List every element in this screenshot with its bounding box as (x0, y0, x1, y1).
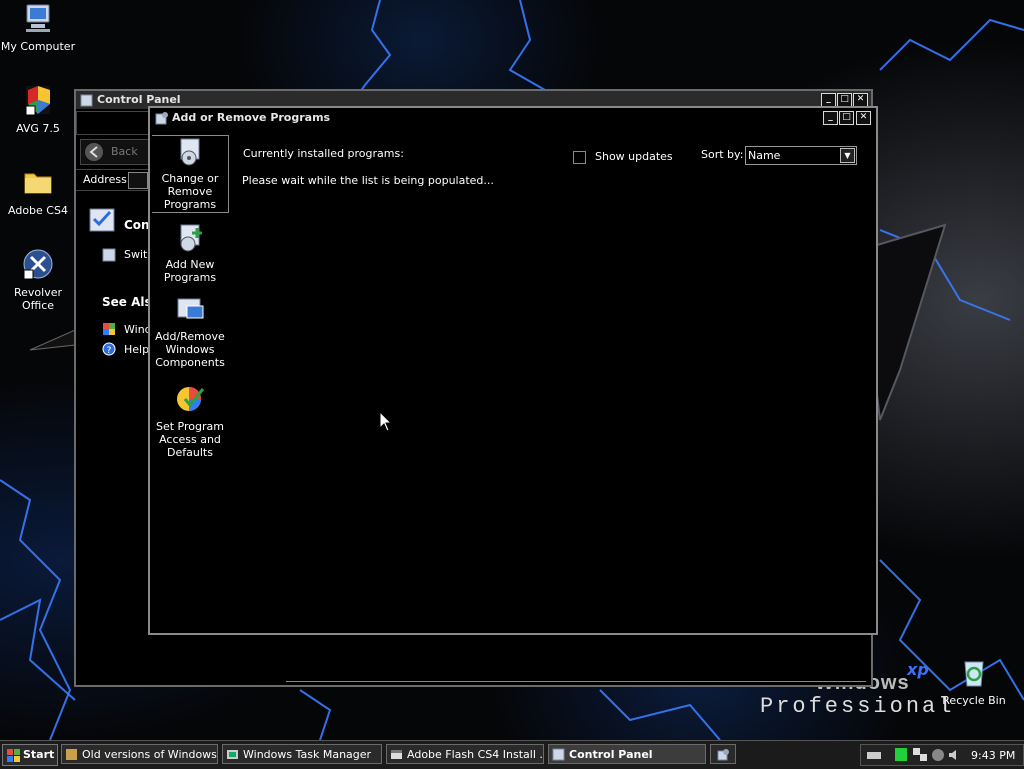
add-remove-programs-window: Add or Remove Programs _ □ ✕ Change or R… (148, 106, 878, 635)
add-remove-programs-icon (717, 749, 729, 761)
sidebar-item-program-access[interactable]: Set Program Access and Defaults (152, 384, 228, 459)
mouse-cursor-icon (379, 411, 393, 432)
taskbar: Start Old versions of Windows... Windows… (0, 740, 1024, 769)
close-button[interactable]: ✕ (856, 111, 871, 125)
task-flash-install[interactable]: Adobe Flash CS4 Install ... (386, 744, 544, 764)
task-task-manager[interactable]: Windows Task Manager (222, 744, 382, 764)
windows-update-icon (103, 323, 115, 335)
task-old-windows[interactable]: Old versions of Windows... (61, 744, 218, 764)
sort-by-value: Name (748, 149, 781, 162)
professional-watermark: Professional (760, 694, 955, 719)
program-access-icon (177, 387, 205, 411)
sidebar-item-label: Change or Remove Programs (161, 172, 219, 211)
back-arrow-icon (85, 143, 103, 161)
sort-by-select[interactable]: Name ▼ (745, 146, 857, 165)
help-link[interactable]: Help (124, 343, 149, 356)
desktop-icon-label: AVG 7.5 (16, 122, 60, 135)
menu-bar (76, 111, 150, 135)
maximize-button[interactable]: □ (837, 93, 852, 107)
switch-view-icon (102, 248, 116, 262)
show-updates-checkbox[interactable] (573, 151, 586, 164)
keyboard-icon[interactable] (867, 749, 881, 761)
loading-status-text: Please wait while the list is being popu… (242, 174, 494, 187)
chevron-down-icon[interactable]: ▼ (840, 148, 855, 163)
xp-watermark: xp (907, 660, 929, 679)
status-green-icon[interactable] (895, 748, 907, 761)
windows-logo-icon (7, 749, 20, 762)
change-remove-programs-icon (180, 138, 200, 166)
address-field[interactable] (128, 172, 148, 189)
recycle-bin-icon (964, 661, 984, 687)
back-label: Back (111, 145, 138, 158)
control-panel-big-icon (89, 208, 115, 232)
desktop-icon-label: Adobe CS4 (8, 204, 68, 217)
desktop-icon-adobe-cs4[interactable]: Adobe CS4 (0, 166, 76, 217)
arp-titlebar[interactable]: Add or Remove Programs _ □ ✕ (150, 108, 876, 126)
minimize-button[interactable]: _ (821, 93, 836, 107)
desktop-icon-label: My Computer (0, 40, 76, 53)
close-button[interactable]: ✕ (853, 93, 868, 107)
start-label: Start (23, 748, 55, 761)
help-icon: ? (102, 342, 116, 356)
sidebar-item-change-remove[interactable]: Change or Remove Programs (152, 135, 229, 213)
revolver-office-icon (23, 249, 53, 280)
desktop-icon-avg[interactable]: AVG 7.5 (0, 84, 76, 135)
sidebar-item-windows-components[interactable]: Add/Remove Windows Components (152, 294, 228, 369)
installer-icon (391, 750, 402, 759)
browser-icon (66, 749, 77, 760)
clock[interactable]: 9:43 PM (971, 749, 1015, 762)
add-new-programs-icon (180, 224, 202, 252)
task-label: Control Panel (569, 748, 653, 761)
window-title: Control Panel (97, 93, 181, 106)
control-panel-icon (552, 748, 565, 761)
sidebar-item-add-new[interactable]: Add New Programs (152, 222, 228, 284)
back-button[interactable]: Back (80, 139, 150, 165)
computer-icon (26, 4, 50, 32)
sidebar-item-label: Add New Programs (163, 258, 217, 284)
sidebar-item-label: Add/Remove Windows Components (155, 330, 225, 369)
window-title: Add or Remove Programs (172, 111, 331, 124)
desktop-icon-my-computer[interactable]: My Computer (0, 2, 76, 53)
control-panel-icon (80, 94, 93, 107)
task-add-remove-programs[interactable] (710, 744, 736, 764)
desktop-icon-revolver-office[interactable]: Revolver Office (0, 248, 76, 312)
maximize-button[interactable]: □ (839, 111, 854, 125)
volume-icon[interactable] (947, 748, 961, 762)
sort-by-label: Sort by: (701, 148, 744, 161)
address-bar: Address (76, 169, 148, 191)
address-label: Address (83, 173, 127, 186)
show-updates-label: Show updates (595, 150, 673, 163)
task-label: Windows Task Manager (243, 748, 372, 761)
system-tray: 9:43 PM (860, 744, 1024, 766)
task-label: Adobe Flash CS4 Install ... (407, 748, 544, 761)
arp-sidebar: Change or Remove Programs Add New Progra… (150, 130, 229, 631)
network-icon[interactable] (931, 748, 945, 762)
folder-icon (24, 173, 52, 194)
avg-icon (25, 86, 50, 116)
status-divider (286, 681, 866, 682)
windows-components-icon (177, 298, 204, 319)
checker-icon[interactable] (913, 748, 927, 761)
task-label: Old versions of Windows... (82, 748, 218, 761)
svg-text:?: ? (107, 346, 112, 356)
start-button[interactable]: Start (2, 744, 58, 766)
task-control-panel[interactable]: Control Panel (548, 744, 706, 764)
sidebar-item-label: Set Program Access and Defaults (156, 420, 224, 459)
add-remove-programs-icon (155, 112, 168, 125)
minimize-button[interactable]: _ (823, 111, 838, 125)
desktop-icon-label: Revolver Office (13, 286, 62, 312)
task-manager-icon (227, 750, 238, 759)
installed-programs-label: Currently installed programs: (243, 147, 404, 160)
